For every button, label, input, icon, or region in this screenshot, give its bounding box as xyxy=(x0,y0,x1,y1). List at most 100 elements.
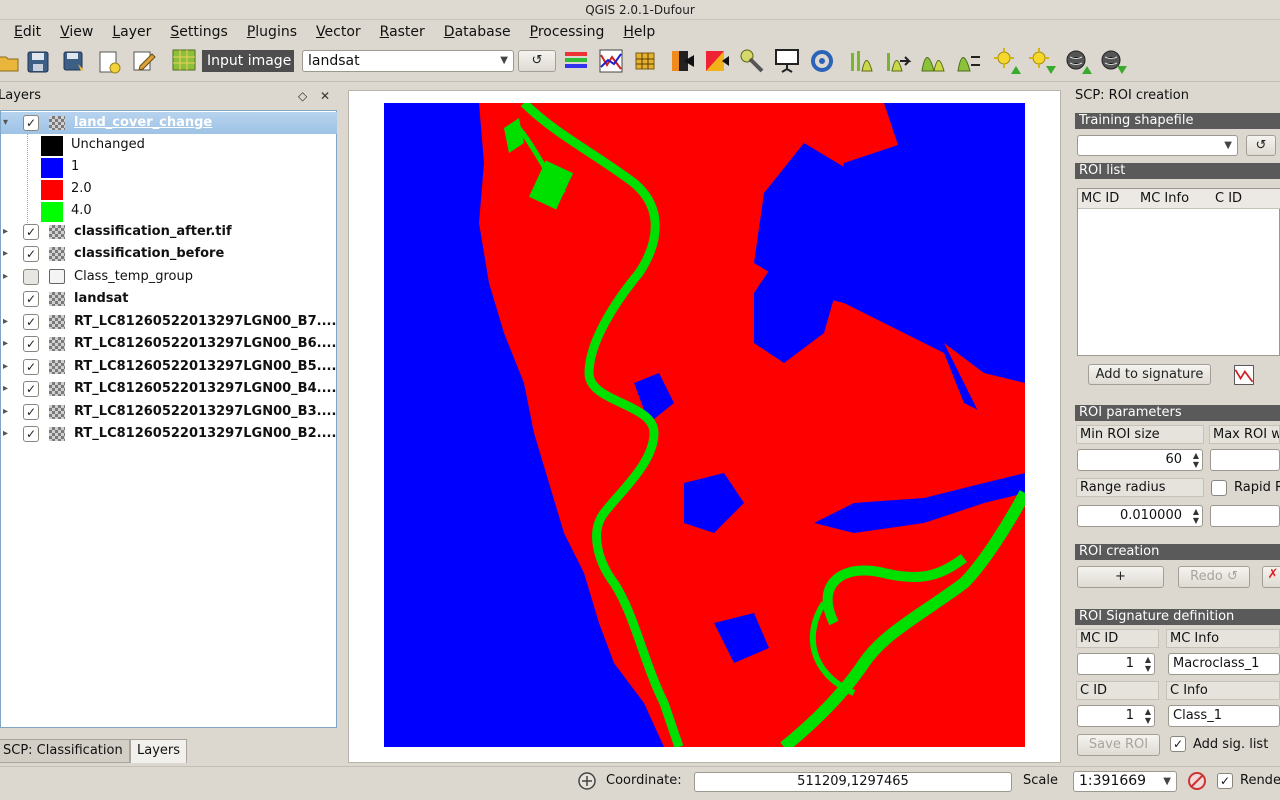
layer-visibility-checkbox[interactable]: ✓ xyxy=(23,246,39,262)
expand-icon[interactable]: ▸ xyxy=(3,221,8,243)
layers-tree[interactable]: ▾ ✓ land_cover_change Unchanged 1 2.0 4.… xyxy=(0,110,337,728)
layer-visibility-checkbox[interactable]: ✓ xyxy=(23,426,39,442)
sun-up-icon[interactable] xyxy=(993,47,1021,75)
float-panel-icon[interactable]: ◇ xyxy=(298,86,307,106)
expand-icon[interactable]: ▸ xyxy=(3,401,8,423)
menu-edit[interactable]: Edit xyxy=(14,24,41,40)
rapid-roi-band-spinner[interactable] xyxy=(1210,505,1280,527)
globe-down-icon[interactable] xyxy=(1099,47,1127,75)
menu-plugins[interactable]: Plugins xyxy=(247,24,297,40)
layer-band-b7[interactable]: ▸ ✓ RT_LC81260522013297LGN00_B7.... xyxy=(1,311,337,333)
signature-plot-icon[interactable] xyxy=(1232,363,1256,387)
globe-up-icon[interactable] xyxy=(1064,47,1092,75)
stop-render-icon[interactable] xyxy=(1187,771,1207,791)
layer-visibility-checkbox[interactable]: ✓ xyxy=(23,224,39,240)
redo-roi-button[interactable]: Redo ↺ xyxy=(1178,566,1250,588)
c-id-spinner[interactable]: 1 ▲ ▼ xyxy=(1077,705,1155,727)
expand-icon[interactable]: ▸ xyxy=(3,423,8,445)
layer-band-b6[interactable]: ▸ ✓ RT_LC81260522013297LGN00_B6.... xyxy=(1,333,337,355)
layer-visibility-checkbox[interactable]: ✓ xyxy=(23,291,39,307)
scale-select[interactable]: 1:391669 ▼ xyxy=(1073,771,1177,792)
histogram-bars-icon[interactable] xyxy=(919,47,947,75)
close-panel-icon[interactable]: ✕ xyxy=(320,86,330,106)
layer-band-b4[interactable]: ▸ ✓ RT_LC81260522013297LGN00_B4.... xyxy=(1,378,337,400)
band-colors-icon[interactable] xyxy=(562,47,590,75)
menu-vector[interactable]: Vector xyxy=(316,24,361,40)
layer-visibility-checkbox[interactable] xyxy=(23,269,39,285)
create-roi-button[interactable]: + xyxy=(1077,566,1164,588)
expand-icon[interactable]: ▸ xyxy=(3,243,8,265)
range-radius-spinner[interactable]: 0.010000 ▲ ▼ xyxy=(1077,505,1203,527)
expand-icon[interactable]: ▸ xyxy=(3,311,8,333)
spinner-arrows-icon[interactable]: ▲ ▼ xyxy=(1145,707,1151,725)
show-roi-icon[interactable] xyxy=(702,47,730,75)
save-as-icon[interactable] xyxy=(60,48,88,76)
render-checkbox[interactable]: ✓ xyxy=(1217,773,1233,789)
tab-layers[interactable]: Layers xyxy=(130,739,188,763)
layer-landsat[interactable]: ✓ landsat xyxy=(1,288,337,310)
layer-visibility-checkbox[interactable]: ✓ xyxy=(23,115,39,131)
layer-class-temp-group[interactable]: ▸ Class_temp_group xyxy=(1,266,337,288)
layer-visibility-checkbox[interactable]: ✓ xyxy=(23,381,39,397)
spinner-arrows-icon[interactable]: ▲ ▼ xyxy=(1193,451,1199,469)
rapid-roi-checkbox[interactable] xyxy=(1211,480,1227,496)
column-c-id[interactable]: C ID xyxy=(1215,189,1242,209)
layer-land-cover-change[interactable]: ▾ ✓ land_cover_change xyxy=(1,112,337,134)
add-to-signature-button[interactable]: Add to signature xyxy=(1088,364,1211,385)
histogram-icon[interactable] xyxy=(848,47,876,75)
menu-settings[interactable]: Settings xyxy=(170,24,227,40)
menu-raster[interactable]: Raster xyxy=(380,24,425,40)
expand-icon[interactable]: ▸ xyxy=(3,356,8,378)
collapse-icon[interactable]: ▾ xyxy=(3,112,8,134)
zoom-to-roi-icon[interactable] xyxy=(668,47,696,75)
map-canvas[interactable] xyxy=(384,103,1025,747)
save-roi-button[interactable]: Save ROI xyxy=(1077,734,1160,756)
min-roi-size-spinner[interactable]: 60 ▲ ▼ xyxy=(1077,449,1203,471)
reload-cycle-icon[interactable] xyxy=(808,47,836,75)
roi-tool-button[interactable]: ✗ xyxy=(1262,566,1280,588)
menu-layer[interactable]: Layer xyxy=(112,24,151,40)
sun-down-icon[interactable] xyxy=(1028,47,1056,75)
spinner-arrows-icon[interactable]: ▲ ▼ xyxy=(1193,507,1199,525)
menu-database[interactable]: Database xyxy=(444,24,511,40)
column-mc-info[interactable]: MC Info xyxy=(1140,189,1189,209)
layer-band-b5[interactable]: ▸ ✓ RT_LC81260522013297LGN00_B5.... xyxy=(1,356,337,378)
menu-help[interactable]: Help xyxy=(623,24,655,40)
coordinate-toggle-icon[interactable] xyxy=(577,771,597,791)
column-mc-id[interactable]: MC ID xyxy=(1081,189,1119,209)
grid-tool-icon[interactable] xyxy=(633,47,661,75)
max-roi-width-spinner[interactable] xyxy=(1210,449,1280,471)
expand-icon[interactable]: ▸ xyxy=(3,378,8,400)
save-icon[interactable] xyxy=(24,48,52,76)
layer-band-b3[interactable]: ▸ ✓ RT_LC81260522013297LGN00_B3.... xyxy=(1,401,337,423)
menu-view[interactable]: View xyxy=(60,24,93,40)
mc-id-spinner[interactable]: 1 ▲ ▼ xyxy=(1077,653,1155,675)
tab-scp-classification[interactable]: SCP: Classification xyxy=(0,739,130,763)
refresh-shapefile-button[interactable]: ↺ xyxy=(1246,135,1276,156)
mc-info-input[interactable]: Macroclass_1 xyxy=(1168,653,1280,675)
roi-list-table[interactable]: MC ID MC Info C ID xyxy=(1077,188,1280,356)
refresh-input-button[interactable]: ↺ xyxy=(518,50,556,72)
menu-processing[interactable]: Processing xyxy=(530,24,605,40)
add-sig-list-checkbox[interactable]: ✓ xyxy=(1170,736,1186,752)
roi-grid-icon[interactable] xyxy=(170,46,198,74)
layer-band-b2[interactable]: ▸ ✓ RT_LC81260522013297LGN00_B2.... xyxy=(1,423,337,445)
wrench-icon[interactable] xyxy=(738,47,766,75)
coordinate-field[interactable]: 511209,1297465 xyxy=(694,772,1012,792)
c-info-input[interactable]: Class_1 xyxy=(1168,705,1280,727)
expand-icon[interactable]: ▸ xyxy=(3,266,8,288)
training-shapefile-select[interactable]: ▼ xyxy=(1077,135,1238,156)
new-layer-icon[interactable] xyxy=(95,48,123,76)
layer-visibility-checkbox[interactable]: ✓ xyxy=(23,336,39,352)
layer-visibility-checkbox[interactable]: ✓ xyxy=(23,314,39,330)
layer-visibility-checkbox[interactable]: ✓ xyxy=(23,404,39,420)
spinner-arrows-icon[interactable]: ▲ ▼ xyxy=(1145,655,1151,673)
layer-visibility-checkbox[interactable]: ✓ xyxy=(23,359,39,375)
histogram-arrow-icon[interactable] xyxy=(884,47,912,75)
spectral-plot-icon[interactable] xyxy=(597,47,625,75)
expand-icon[interactable]: ▸ xyxy=(3,333,8,355)
input-image-select[interactable]: landsat ▼ xyxy=(302,50,514,72)
layer-classification-after[interactable]: ▸ ✓ classification_after.tif xyxy=(1,221,337,243)
edit-pencil-icon[interactable] xyxy=(130,48,158,76)
presentation-screen-icon[interactable] xyxy=(773,47,801,75)
